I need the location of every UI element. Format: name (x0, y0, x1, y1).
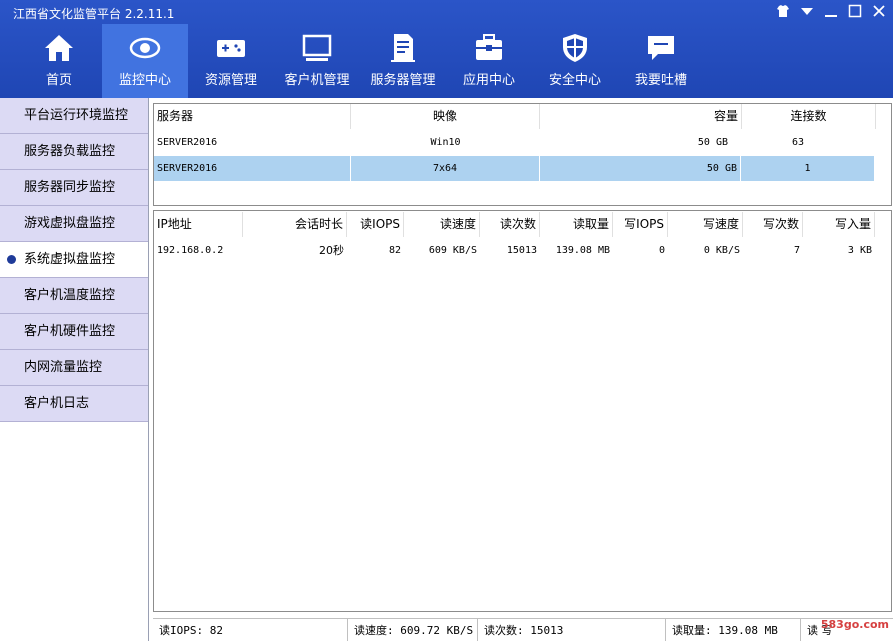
client-io-table: IP地址 会话时长 读IOPS 读速度 读次数 读取量 写IOPS 写速度 写次… (153, 210, 892, 612)
status-read-amount: 读取量: 139.08 MB (666, 619, 801, 641)
nav-server-management[interactable]: 服务器管理 (360, 24, 446, 98)
window-title: 江西省文化监管平台 2.2.11.1 (13, 7, 175, 21)
sidebar-item-label: 服务器同步监控 (24, 180, 116, 195)
cell-read-iops: 82 (388, 245, 401, 256)
cell-session-duration: 20秒 (319, 244, 344, 257)
cell-server: SERVER2016 (154, 156, 351, 181)
home-icon (45, 35, 73, 61)
server-table: 服务器 映像 容量 连接数 SERVER2016 Win10 50 GB 63 … (153, 103, 892, 206)
toolbox-icon (476, 34, 502, 60)
cell-image: 7x64 (351, 156, 540, 181)
column-header[interactable]: 连接数 (742, 104, 876, 129)
cell-ip: 192.168.0.2 (157, 245, 224, 256)
status-bar: 读IOPS: 82 读速度: 609.72 KB/S 读次数: 15013 读取… (153, 618, 893, 641)
cell-capacity: 50 GB (697, 137, 728, 148)
top-bar: 江西省文化监管平台 2.2.11.1 首页 监控中心 资源管理 客户机管理 服务… (0, 0, 893, 98)
nav-label: 服务器管理 (370, 73, 436, 88)
column-header[interactable]: 读取量 (540, 212, 613, 237)
table-row-selected[interactable]: SERVER2016 7x64 50 GB 1 (154, 156, 875, 181)
nav-label: 资源管理 (204, 73, 257, 88)
nav-security-center[interactable]: 安全中心 (532, 24, 618, 98)
nav-feedback[interactable]: 我要吐槽 (618, 24, 704, 98)
skin-icon[interactable] (775, 3, 791, 19)
cell-read-amount: 139.08 MB (555, 245, 610, 256)
comment-icon (648, 36, 674, 60)
nav-app-center[interactable]: 应用中心 (446, 24, 532, 98)
cell-connections: 63 (791, 137, 805, 148)
sidebar-item-label: 客户机日志 (24, 396, 90, 411)
cell-image: Win10 (430, 137, 461, 148)
cell-server: SERVER2016 (157, 137, 218, 148)
cell-read-speed: 609 KB/S (428, 245, 477, 256)
cell-read-count: 15013 (506, 245, 537, 256)
status-read-count: 读次数: 15013 (478, 619, 666, 641)
column-header[interactable]: 读次数 (480, 212, 540, 237)
column-header[interactable]: 映像 (351, 104, 540, 129)
window-controls (775, 3, 887, 19)
column-header[interactable]: 写速度 (668, 212, 743, 237)
sidebar-item-client-temp[interactable]: 客户机温度监控 (0, 278, 148, 314)
nav-label: 首页 (45, 73, 72, 88)
main-nav: 首页 监控中心 资源管理 客户机管理 服务器管理 应用中心 安全中心 我要吐槽 (16, 24, 704, 98)
column-header[interactable]: 写IOPS (613, 212, 668, 237)
sidebar-item-label: 平台运行环境监控 (24, 108, 129, 123)
cell-write-count: 7 (793, 245, 800, 256)
nav-resource-management[interactable]: 资源管理 (188, 24, 274, 98)
server-icon (391, 34, 415, 62)
watermark: 583go.com (820, 618, 889, 631)
nav-label: 我要吐槽 (634, 73, 687, 88)
column-header[interactable]: IP地址 (154, 212, 243, 237)
status-read-iops: 读IOPS: 82 (153, 619, 348, 641)
sidebar-item-label: 服务器负载监控 (24, 144, 116, 159)
maximize-icon[interactable] (847, 3, 863, 19)
nav-client-management[interactable]: 客户机管理 (274, 24, 360, 98)
sidebar-item-label: 系统虚拟盘监控 (24, 252, 116, 267)
nav-monitor-center[interactable]: 监控中心 (102, 24, 188, 98)
column-header[interactable]: 服务器 (154, 104, 351, 129)
menu-dropdown-icon[interactable] (799, 3, 815, 19)
sidebar-item-game-vdisk[interactable]: 游戏虚拟盘监控 (0, 206, 148, 242)
status-read-speed: 读速度: 609.72 KB/S (348, 619, 478, 641)
sidebar-item-label: 内网流量监控 (24, 360, 103, 375)
column-header[interactable]: 读速度 (404, 212, 480, 237)
cell-capacity: 50 GB (540, 156, 741, 181)
column-header[interactable]: 写次数 (743, 212, 803, 237)
sidebar-item-system-vdisk[interactable]: 系统虚拟盘监控 (0, 242, 148, 278)
nav-label: 应用中心 (462, 73, 515, 88)
sidebar-item-server-load[interactable]: 服务器负载监控 (0, 134, 148, 170)
sidebar-item-label: 客户机温度监控 (24, 288, 116, 303)
sidebar: 平台运行环境监控 服务器负载监控 服务器同步监控 游戏虚拟盘监控 系统虚拟盘监控… (0, 98, 149, 641)
minimize-icon[interactable] (823, 3, 839, 19)
monitor-icon (302, 34, 332, 61)
table-row[interactable]: 192.168.0.2 20秒 82 609 KB/S 15013 139.08… (154, 238, 875, 263)
column-header[interactable]: 写入量 (803, 212, 875, 237)
sidebar-item-platform-env[interactable]: 平台运行环境监控 (0, 98, 148, 134)
table-header: 服务器 映像 容量 连接数 (154, 104, 876, 129)
cell-write-amount: 3 KB (847, 245, 872, 256)
sidebar-item-label: 游戏虚拟盘监控 (24, 216, 116, 231)
nav-label: 安全中心 (548, 73, 601, 88)
nav-home[interactable]: 首页 (16, 24, 102, 98)
sidebar-item-client-log[interactable]: 客户机日志 (0, 386, 148, 422)
sidebar-item-server-sync[interactable]: 服务器同步监控 (0, 170, 148, 206)
nav-label: 客户机管理 (284, 73, 350, 88)
close-icon[interactable] (871, 3, 887, 19)
cell-write-speed: 0 KB/S (703, 245, 740, 256)
cell-write-iops: 0 (658, 245, 665, 256)
nav-label: 监控中心 (118, 73, 171, 88)
column-header[interactable]: 会话时长 (243, 212, 347, 237)
cell-connections: 1 (741, 156, 875, 181)
sidebar-item-label: 客户机硬件监控 (24, 324, 116, 339)
sidebar-item-lan-traffic[interactable]: 内网流量监控 (0, 350, 148, 386)
eye-icon (129, 37, 161, 59)
shield-icon (563, 34, 587, 62)
column-header[interactable]: 读IOPS (347, 212, 404, 237)
column-header[interactable]: 容量 (540, 104, 742, 129)
active-dot-icon (7, 255, 16, 264)
sidebar-item-client-hardware[interactable]: 客户机硬件监控 (0, 314, 148, 350)
table-header: IP地址 会话时长 读IOPS 读速度 读次数 读取量 写IOPS 写速度 写次… (154, 212, 875, 237)
gamepad-icon (217, 40, 245, 57)
table-row[interactable]: SERVER2016 Win10 50 GB 63 (154, 130, 865, 155)
